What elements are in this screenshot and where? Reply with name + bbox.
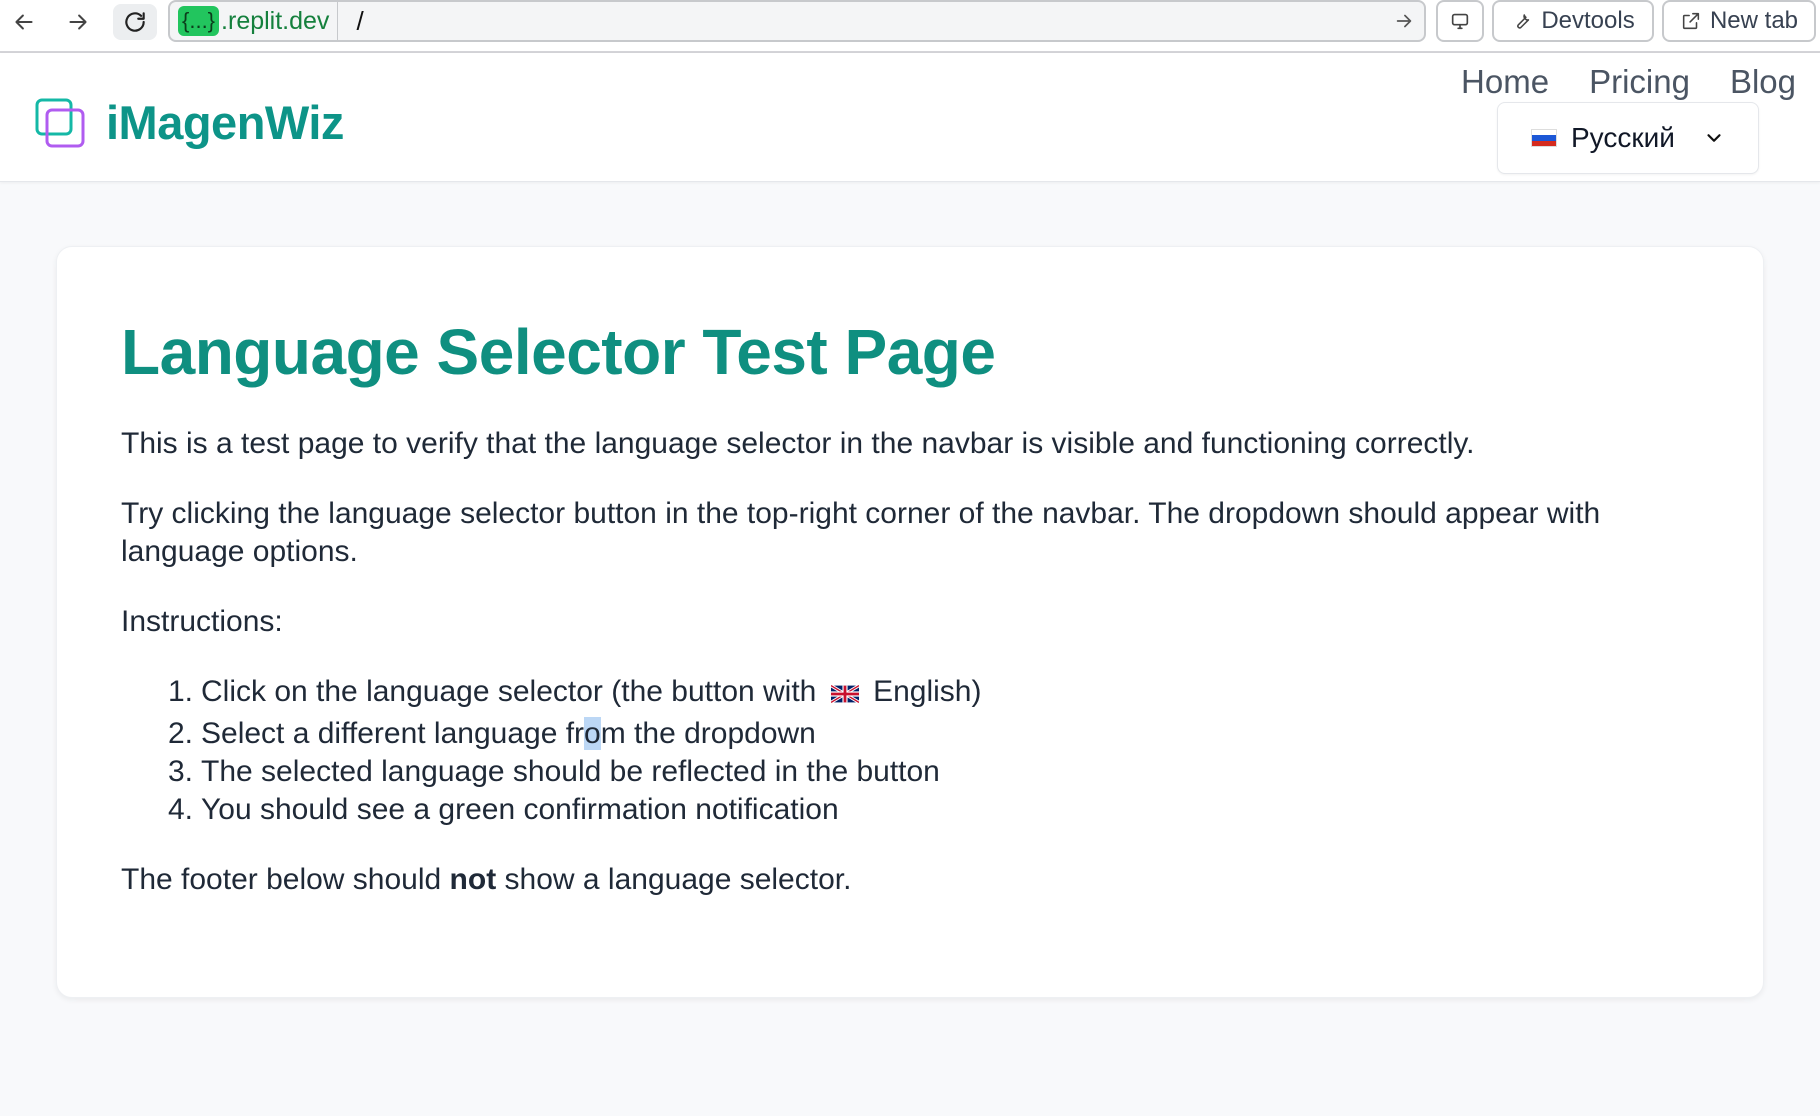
monitor-icon [1451,13,1469,30]
reload-icon [125,12,145,32]
list-number: 1. [167,675,193,708]
step-text: Click on the language selector (the butt… [201,675,817,708]
browser-toolbar: {...} .replit.dev / Devtools New tab [0,0,1820,53]
content-card: Language Selector Test Page This is a te… [56,246,1764,998]
new-tab-label: New tab [1709,7,1799,34]
intro-paragraph: This is a test page to verify that the l… [121,427,1475,460]
uk-flag-icon [830,685,859,703]
logo-text: iMagenWiz [106,96,344,149]
footer-note: The footer below should not show a langu… [121,861,1701,899]
step-text: Select a different language fr [201,717,585,750]
footer-note-end: show a language selector. [504,863,852,896]
new-tab-button[interactable]: New tab [1662,0,1816,42]
nav-home-link[interactable]: Home [1461,63,1549,101]
go-button[interactable] [1384,10,1424,32]
devtools-button[interactable]: Devtools [1492,0,1654,42]
reload-button[interactable] [113,4,157,40]
text-selection: o [584,717,601,750]
address-bar[interactable]: {...} .replit.dev / [168,0,1426,42]
preview-button[interactable] [1436,0,1484,42]
arrow-right-icon [69,14,87,30]
url-domain-badge: {...} [178,6,220,36]
url-domain: {...} .replit.dev [170,2,339,40]
step-text-end: English) [873,675,982,708]
list-number: 4. [167,793,193,826]
main-nav: Home Pricing Blog [1461,63,1796,101]
url-path[interactable]: / [338,6,1384,37]
language-label: Русский [1571,122,1675,153]
list-number: 2. [167,717,193,750]
list-item: 3. The selected language should be refle… [121,753,981,791]
list-item: 1. Click on the language selector (the b… [121,673,981,711]
arrow-right-icon [1396,14,1412,28]
russia-flag-icon [1531,129,1557,147]
list-item: 4. You should see a green confirmation n… [121,791,981,829]
devtools-label: Devtools [1541,7,1635,34]
step-text-end: m the dropdown [600,717,816,750]
wrench-icon [1517,14,1530,29]
instructions-label: Instructions: [121,605,283,638]
footer-note-start: The footer below should [121,863,442,896]
instructions-list: 1. Click on the language selector (the b… [121,673,981,829]
step-text: You should see a green confirmation noti… [201,793,839,826]
nav-pricing-link[interactable]: Pricing [1589,63,1690,101]
instruction-paragraph: Try clicking the language selector butto… [121,497,1601,568]
url-domain-text: .replit.dev [221,6,330,35]
page-title: Language Selector Test Page [121,316,996,388]
nav-blog-link[interactable]: Blog [1730,63,1796,101]
list-item: 2. Select a different language from the … [121,715,981,753]
step-text: The selected language should be reflecte… [201,755,940,788]
chevron-down-icon [1707,134,1721,142]
footer-note-emphasis: not [449,863,497,896]
external-link-icon [1682,12,1700,30]
back-button[interactable] [2,4,46,40]
logo-icon [35,98,85,147]
arrow-left-icon [15,14,33,30]
language-selector-button[interactable]: Русский [1497,102,1759,174]
list-number: 3. [167,755,193,788]
forward-button[interactable] [56,4,100,40]
logo-link[interactable]: iMagenWiz [34,95,344,150]
